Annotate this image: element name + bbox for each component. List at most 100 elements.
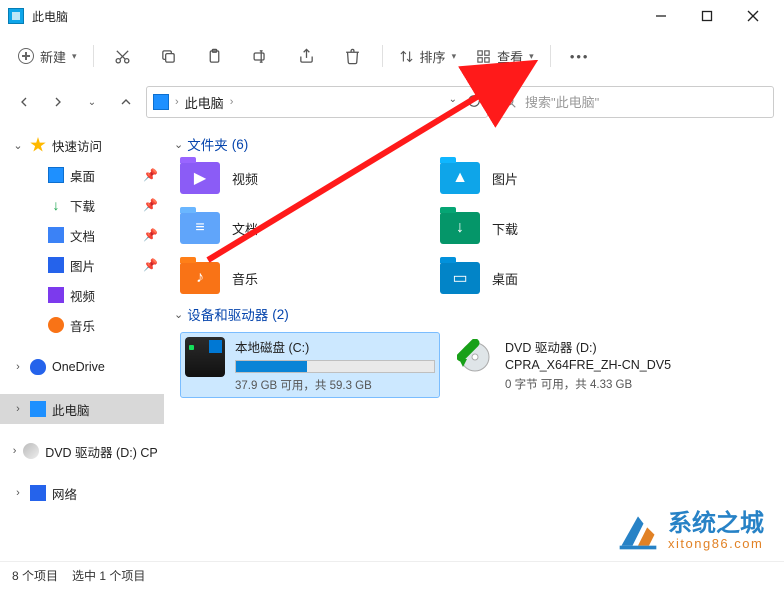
drive-name: 本地磁盘 (C:) <box>235 337 435 356</box>
view-label: 查看 <box>497 47 523 66</box>
sidebar-label: 下载 <box>70 196 95 215</box>
sidebar-quick-access[interactable]: ⌄ 快速访问 <box>0 130 164 160</box>
plus-icon <box>18 48 34 64</box>
new-label: 新建 <box>40 47 66 66</box>
paste-button[interactable] <box>194 38 236 74</box>
folder-label: 文档 <box>232 219 258 238</box>
more-button[interactable]: ••• <box>559 38 601 74</box>
this-pc-icon <box>8 8 24 24</box>
status-count: 8 个项目 <box>12 567 58 584</box>
folder-item[interactable]: ▲图片 <box>440 162 690 194</box>
address-bar[interactable]: › 此电脑 › ⌄ <box>146 86 488 118</box>
folder-icon: ↓ <box>440 212 480 244</box>
folder-item[interactable]: ≡文档 <box>180 212 430 244</box>
breadcrumb-sep[interactable]: › <box>230 96 234 108</box>
rename-button[interactable] <box>240 38 282 74</box>
forward-button[interactable] <box>44 88 72 116</box>
up-button[interactable] <box>112 88 140 116</box>
cut-button[interactable] <box>102 38 144 74</box>
pin-icon: 📌 <box>143 168 158 182</box>
breadcrumb-location[interactable]: 此电脑 <box>185 93 224 112</box>
toolbar-divider <box>382 45 383 67</box>
chevron-right-icon: › <box>12 361 24 373</box>
sidebar-item-documents[interactable]: 文档 📌 <box>0 220 164 250</box>
sidebar-item-downloads[interactable]: ↓ 下载 📌 <box>0 190 164 220</box>
sidebar-label: 文档 <box>70 226 95 245</box>
group-count: (6) <box>232 137 249 152</box>
status-bar: 8 个项目 选中 1 个项目 <box>0 561 784 589</box>
chevron-down-icon: ⌄ <box>174 308 183 321</box>
folder-item[interactable]: ♪ 音乐 <box>180 262 430 294</box>
sidebar-label: 网络 <box>52 484 77 503</box>
new-button[interactable]: 新建 ▾ <box>10 38 85 74</box>
nav-row: ⌄ › 此电脑 › ⌄ <box>0 80 784 124</box>
sidebar-this-pc[interactable]: › 此电脑 <box>0 394 164 424</box>
minimize-button[interactable] <box>638 0 684 32</box>
group-header-devices[interactable]: ⌄ 设备和驱动器 (2) <box>174 304 774 324</box>
folder-item[interactable]: ↓ 下载 <box>440 212 690 244</box>
folders-grid: ▶ 视频 ▲图片 ≡文档 ↓ 下载 ♪ 音乐 ▭桌面 <box>180 162 774 294</box>
sidebar-item-desktop[interactable]: 桌面 📌 <box>0 160 164 190</box>
cloud-icon <box>30 359 46 375</box>
video-icon <box>48 287 64 303</box>
drive-name: DVD 驱动器 (D:) <box>505 337 745 356</box>
copy-button[interactable] <box>148 38 190 74</box>
sidebar-item-pictures[interactable]: 图片 📌 <box>0 250 164 280</box>
sidebar-label: DVD 驱动器 (D:) CPRA_X64FRE_ZH-CN_DV5 <box>45 442 158 461</box>
sidebar-dvd[interactable]: › DVD 驱动器 (D:) CPRA_X64FRE_ZH-CN_DV5 <box>0 436 164 466</box>
group-count: (2) <box>272 307 289 322</box>
network-icon <box>30 485 46 501</box>
drive-d[interactable]: DVD 驱动器 (D:) CPRA_X64FRE_ZH-CN_DV5 0 字节 … <box>450 332 750 398</box>
nav-pane: ⌄ 快速访问 桌面 📌 ↓ 下载 📌 文档 📌 图片 📌 <box>0 124 164 561</box>
download-icon: ↓ <box>48 197 64 213</box>
group-header-folders[interactable]: ⌄ 文件夹 (6) <box>174 134 774 154</box>
chevron-right-icon: › <box>12 487 24 499</box>
refresh-button[interactable] <box>467 94 481 111</box>
dvd-icon <box>23 443 39 459</box>
picture-icon <box>48 257 64 273</box>
folder-icon: ▶ <box>180 162 220 194</box>
pin-icon: 📌 <box>143 198 158 212</box>
sidebar-item-videos[interactable]: 视频 <box>0 280 164 310</box>
drive-subtext: 37.9 GB 可用，共 59.3 GB <box>235 377 435 393</box>
chevron-right-icon: › <box>12 445 17 457</box>
pin-icon: 📌 <box>143 228 158 242</box>
folder-label: 视频 <box>232 169 258 188</box>
folder-item[interactable]: ▭桌面 <box>440 262 690 294</box>
share-button[interactable] <box>286 38 328 74</box>
toolbar-divider <box>93 45 94 67</box>
document-icon <box>48 227 64 243</box>
toolbar-divider <box>550 45 551 67</box>
search-input[interactable] <box>525 95 765 110</box>
folder-icon: ♪ <box>180 262 220 294</box>
back-button[interactable] <box>10 88 38 116</box>
desktop-icon <box>48 167 64 183</box>
chevron-down-icon: ▾ <box>529 51 534 62</box>
recent-button[interactable]: ⌄ <box>78 88 106 116</box>
folder-label: 下载 <box>492 219 518 238</box>
folder-label: 桌面 <box>492 269 518 288</box>
dvd-drive-icon <box>455 337 495 377</box>
folder-label: 音乐 <box>232 269 258 288</box>
toolbar: 新建 ▾ 排序 ▾ 查看 ▾ ••• <box>0 32 784 80</box>
chevron-down-icon: ▾ <box>452 51 457 62</box>
folder-item[interactable]: ▶ 视频 <box>180 162 430 194</box>
pc-icon <box>30 401 46 417</box>
view-button[interactable]: 查看 ▾ <box>468 38 542 74</box>
search-icon <box>503 95 517 109</box>
maximize-button[interactable] <box>684 0 730 32</box>
chevron-down-icon: ▾ <box>72 51 77 62</box>
delete-button[interactable] <box>332 38 374 74</box>
drive-c[interactable]: 本地磁盘 (C:) 37.9 GB 可用，共 59.3 GB <box>180 332 440 398</box>
search-box[interactable] <box>494 86 774 118</box>
sidebar-item-music[interactable]: 音乐 <box>0 310 164 340</box>
content-pane[interactable]: ⌄ 文件夹 (6) ▶ 视频 ▲图片 ≡文档 ↓ 下载 ♪ 音乐 ▭桌面 ⌄ 设备和驱动器 (2… <box>164 124 784 561</box>
sidebar-network[interactable]: › 网络 <box>0 478 164 508</box>
sidebar-onedrive[interactable]: › OneDrive <box>0 352 164 382</box>
address-dropdown-button[interactable]: ⌄ <box>449 94 457 111</box>
window-title: 此电脑 <box>32 8 68 25</box>
drives-grid: 本地磁盘 (C:) 37.9 GB 可用，共 59.3 GB DVD 驱动器 (… <box>180 332 774 398</box>
sort-label: 排序 <box>420 47 446 66</box>
close-button[interactable] <box>730 0 776 32</box>
sort-button[interactable]: 排序 ▾ <box>391 38 465 74</box>
